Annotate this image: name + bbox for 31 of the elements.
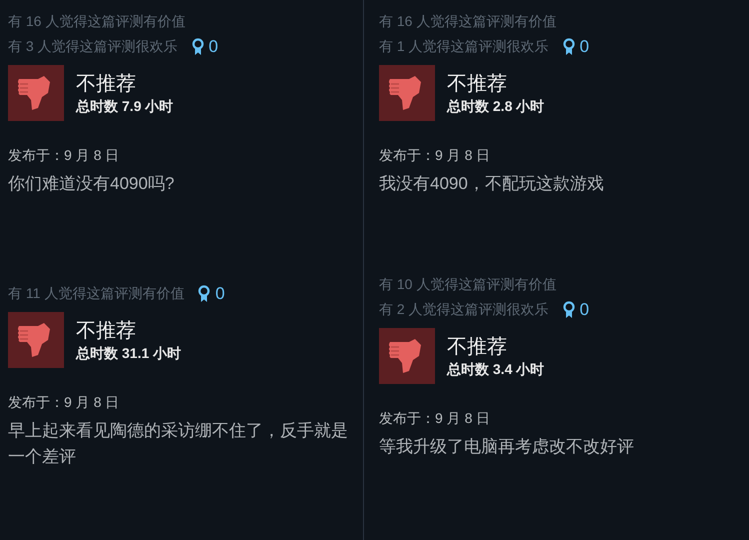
playtime-text: 总时数 2.8 小时	[447, 97, 544, 115]
recommendation-label: 不推荐	[76, 319, 137, 344]
review-text: 你们难道没有4090吗?	[8, 173, 176, 195]
award-icon[interactable]	[562, 300, 575, 318]
helpful-count-text: 有 16 人觉得这篇评测有价值	[8, 12, 186, 31]
post-date: 发布于：9 月 8 日	[379, 146, 492, 165]
recommendation-label: 不推荐	[447, 72, 508, 97]
award-icon[interactable]	[562, 38, 575, 56]
playtime-text: 总时数 31.1 小时	[76, 344, 182, 362]
helpful-count-text: 有 1 人觉得这篇评测很欢乐	[379, 37, 549, 56]
playtime-text: 总时数 3.4 小时	[447, 360, 544, 378]
helpful-count-text: 有 11 人觉得这篇评测有价值	[8, 284, 184, 303]
post-date: 发布于：9 月 8 日	[379, 409, 492, 428]
award-icon[interactable]	[192, 38, 204, 56]
award-count: 0	[215, 282, 225, 305]
recommendation-label: 不推荐	[447, 335, 508, 360]
post-date: 发布于：9 月 8 日	[8, 393, 120, 412]
recommendation-label: 不推荐	[76, 72, 137, 97]
review-text: 早上起来看见陶德的采访绷不住了，反手就是一个差评	[8, 420, 349, 468]
award-count: 0	[580, 36, 590, 58]
helpful-count-text: 有 2 人觉得这篇评测很欢乐	[379, 300, 549, 319]
award-count: 0	[208, 36, 218, 58]
helpful-count-text: 有 10 人觉得这篇评测有价值	[379, 275, 556, 294]
post-date: 发布于：9 月 8 日	[8, 146, 120, 165]
review-text: 等我升级了电脑再考虑改不改好评	[379, 436, 635, 458]
award-icon[interactable]	[198, 284, 210, 302]
review-text: 我没有4090，不配玩这款游戏	[379, 173, 605, 195]
helpful-count-text: 有 16 人觉得这篇评测有价值	[379, 12, 556, 31]
award-count: 0	[580, 298, 590, 321]
playtime-text: 总时数 7.9 小时	[76, 97, 174, 115]
helpful-count-text: 有 3 人觉得这篇评测很欢乐	[8, 37, 178, 56]
